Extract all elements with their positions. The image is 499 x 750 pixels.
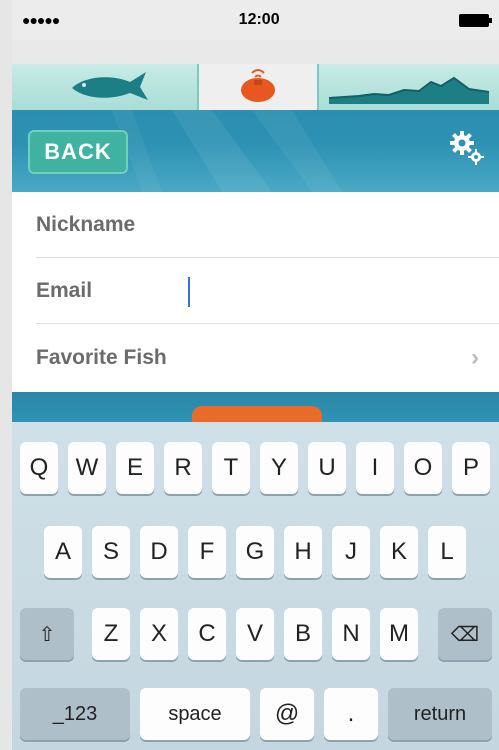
key-n[interactable]: N: [332, 608, 370, 660]
chevron-right-icon: ›: [471, 344, 479, 371]
key-p[interactable]: P: [452, 442, 490, 494]
key-x[interactable]: X: [140, 608, 178, 660]
key-o[interactable]: O: [404, 442, 442, 494]
tab-terrain[interactable]: [317, 64, 499, 110]
key-m[interactable]: M: [380, 608, 418, 660]
clock: 12:00: [238, 11, 280, 28]
key-v[interactable]: V: [236, 608, 274, 660]
key-i[interactable]: I: [356, 442, 394, 494]
fish-icon: [72, 72, 148, 100]
key-h[interactable]: H: [284, 526, 322, 578]
tab-fish[interactable]: [12, 64, 199, 110]
key-l[interactable]: L: [428, 526, 466, 578]
key-q[interactable]: Q: [20, 442, 58, 494]
key-u[interactable]: U: [308, 442, 346, 494]
email-label: Email: [36, 278, 93, 302]
dot-key[interactable]: .: [324, 688, 378, 740]
nickname-field[interactable]: Nickname: [36, 192, 499, 258]
favorite-fish-field[interactable]: Favorite Fish ›: [36, 325, 499, 391]
text-cursor: [188, 277, 190, 307]
key-d[interactable]: D: [140, 526, 178, 578]
keyboard: Q W E R T Y U I O P A S D F G H J K L ⇧ …: [12, 422, 499, 750]
bottom-banner: [12, 392, 499, 422]
key-a[interactable]: A: [44, 526, 82, 578]
tab-buoy[interactable]: [199, 64, 317, 110]
numbers-key[interactable]: _123: [20, 688, 130, 740]
nickname-label: Nickname: [36, 212, 136, 236]
return-key[interactable]: return: [388, 688, 492, 740]
header-banner: BACK: [12, 110, 499, 192]
key-t[interactable]: T: [212, 442, 250, 494]
delete-key[interactable]: ⌫: [438, 608, 492, 660]
email-field[interactable]: Email: [36, 258, 499, 324]
key-f[interactable]: F: [188, 526, 226, 578]
key-k[interactable]: K: [380, 526, 418, 578]
key-c[interactable]: C: [188, 608, 226, 660]
key-z[interactable]: Z: [92, 608, 130, 660]
back-button[interactable]: BACK: [28, 130, 128, 174]
signal-indicator: ●●●●●: [22, 12, 60, 28]
favorite-fish-label: Favorite Fish: [36, 346, 167, 369]
gear-icon[interactable]: [447, 128, 487, 168]
tab-bar: [12, 64, 499, 110]
sonar-buoy-icon: [241, 69, 275, 102]
key-e[interactable]: E: [116, 442, 154, 494]
at-key[interactable]: @: [260, 688, 314, 740]
terrain-icon: [328, 76, 490, 104]
battery-icon: [458, 13, 492, 27]
space-key[interactable]: space: [140, 688, 250, 740]
save-tab[interactable]: [192, 406, 322, 422]
status-bar: ●●●●● 12:00: [12, 0, 499, 40]
shift-key[interactable]: ⇧: [20, 608, 74, 660]
key-s[interactable]: S: [92, 526, 130, 578]
key-y[interactable]: Y: [260, 442, 298, 494]
key-g[interactable]: G: [236, 526, 274, 578]
top-spacer: [12, 40, 499, 64]
key-w[interactable]: W: [68, 442, 106, 494]
key-j[interactable]: J: [332, 526, 370, 578]
profile-form: Nickname Email Favorite Fish ›: [12, 192, 499, 392]
key-r[interactable]: R: [164, 442, 202, 494]
key-b[interactable]: B: [284, 608, 322, 660]
